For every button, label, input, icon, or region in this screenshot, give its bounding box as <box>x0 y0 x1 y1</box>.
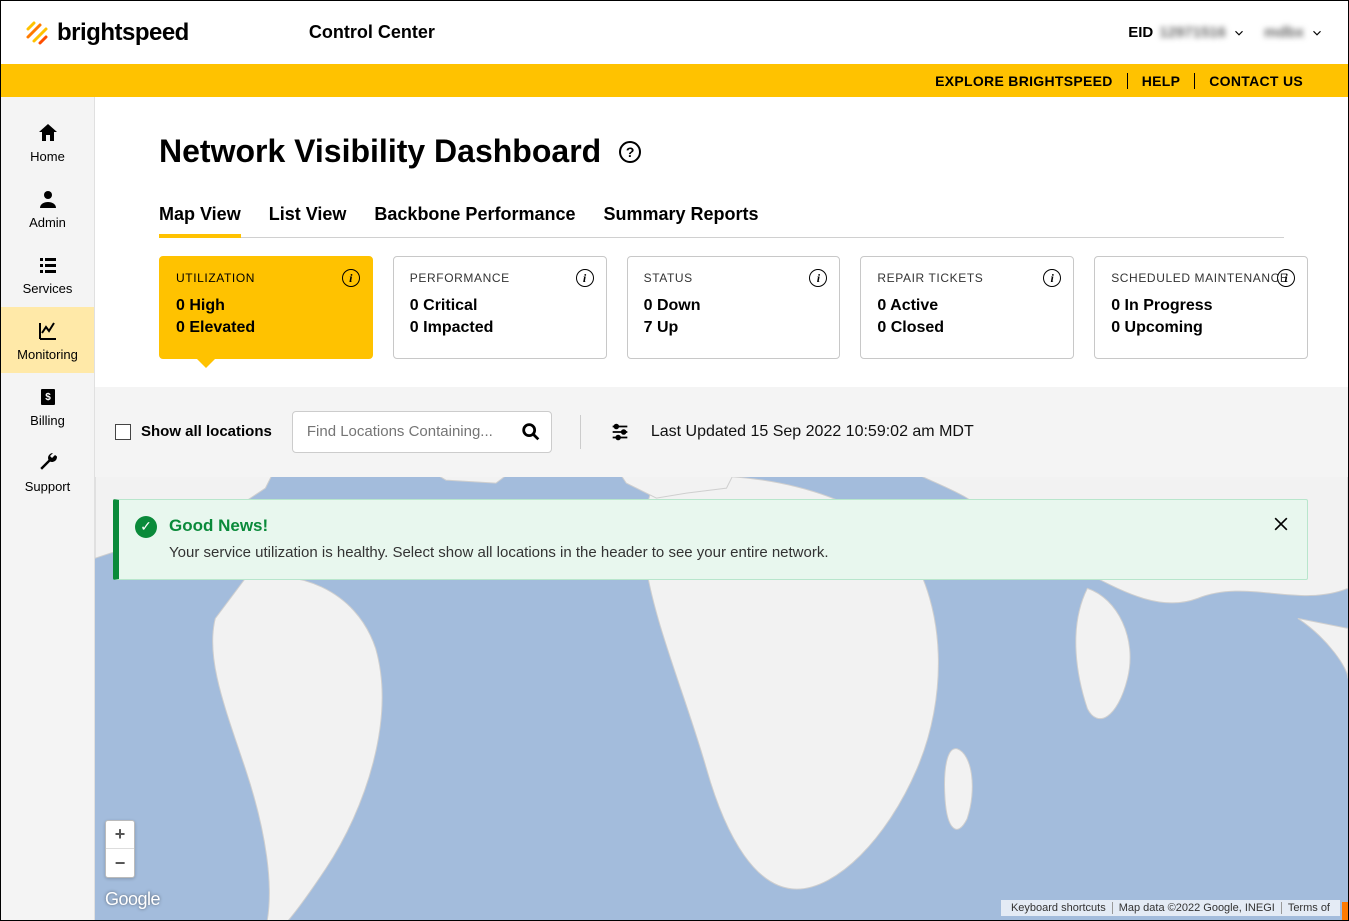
card-line: 0 Elevated <box>176 317 356 339</box>
card-line: 0 Closed <box>877 317 1057 339</box>
location-search-input[interactable] <box>292 411 552 453</box>
chevron-down-icon <box>1232 26 1246 40</box>
map-toolbar: Show all locations Last Updated 15 Sep 2… <box>95 387 1348 477</box>
chevron-down-icon <box>1310 26 1324 40</box>
zoom-control: + − <box>105 820 135 878</box>
card-title: STATUS <box>644 271 824 285</box>
search-icon[interactable] <box>520 421 542 443</box>
notification-title: Good News! <box>169 516 1257 536</box>
zoom-out-button[interactable]: − <box>106 849 134 877</box>
notification-body: Your service utilization is healthy. Sel… <box>169 544 1257 561</box>
utility-bar: EXPLORE BRIGHTSPEED HELP CONTACT US <box>1 64 1348 97</box>
tab-summary-reports[interactable]: Summary Reports <box>603 204 758 237</box>
sidebar-item-label: Monitoring <box>17 347 78 362</box>
sidebar-item-label: Home <box>30 149 65 164</box>
sidebar-item-services[interactable]: Services <box>1 241 94 307</box>
card-line: 0 Impacted <box>410 317 590 339</box>
divider <box>1194 73 1195 89</box>
card-title: REPAIR TICKETS <box>877 271 1057 285</box>
sidebar-item-label: Billing <box>30 413 65 428</box>
card-performance[interactable]: PERFORMANCE i 0 Critical 0 Impacted <box>393 256 607 359</box>
card-title: SCHEDULED MAINTENANCE <box>1111 271 1291 285</box>
card-utilization[interactable]: UTILIZATION i 0 High 0 Elevated <box>159 256 373 359</box>
map-data: Map data ©2022 Google, INEGI <box>1113 902 1282 914</box>
user-dropdown[interactable]: mdbx <box>1264 24 1324 41</box>
main: Network Visibility Dashboard ? Map View … <box>95 97 1348 920</box>
map[interactable]: ✓ Good News! Your service utilization is… <box>95 477 1348 920</box>
list-icon <box>36 253 60 277</box>
sidebar-item-admin[interactable]: Admin <box>1 175 94 241</box>
card-title: PERFORMANCE <box>410 271 590 285</box>
eid-label: EID <box>1128 24 1153 41</box>
card-line: 0 In Progress <box>1111 295 1291 317</box>
app-name: Control Center <box>309 22 435 43</box>
sidebar-item-label: Services <box>23 281 73 296</box>
map-footer: Keyboard shortcuts Map data ©2022 Google… <box>1001 900 1340 916</box>
link-help[interactable]: HELP <box>1142 73 1181 89</box>
help-icon[interactable]: ? <box>619 141 641 163</box>
info-icon[interactable]: i <box>342 269 360 287</box>
sidebar-item-billing[interactable]: $ Billing <box>1 373 94 439</box>
link-explore[interactable]: EXPLORE BRIGHTSPEED <box>935 73 1113 89</box>
info-icon[interactable]: i <box>809 269 827 287</box>
sidebar-item-monitoring[interactable]: Monitoring <box>1 307 94 373</box>
divider <box>580 415 581 449</box>
map-terms[interactable]: Terms of <box>1282 902 1336 914</box>
divider <box>1127 73 1128 89</box>
wrench-icon <box>36 451 60 475</box>
page-title: Network Visibility Dashboard <box>159 133 601 170</box>
last-updated: Last Updated 15 Sep 2022 10:59:02 am MDT <box>651 423 974 441</box>
page-title-row: Network Visibility Dashboard ? <box>159 133 1348 170</box>
info-icon[interactable]: i <box>576 269 594 287</box>
sidebar: Home Admin Services Monitoring $ Billing… <box>1 97 95 920</box>
sidebar-item-label: Admin <box>29 215 66 230</box>
card-line: 7 Up <box>644 317 824 339</box>
card-status[interactable]: STATUS i 0 Down 7 Up <box>627 256 841 359</box>
sidebar-item-home[interactable]: Home <box>1 109 94 175</box>
user-value: mdbx <box>1264 24 1304 41</box>
info-icon[interactable]: i <box>1043 269 1061 287</box>
scrollbar[interactable] <box>1334 193 1348 920</box>
google-logo: Google <box>105 889 160 910</box>
header: brightspeed Control Center EID 12971516 … <box>1 1 1348 64</box>
brand-icon <box>25 21 49 45</box>
link-contact[interactable]: CONTACT US <box>1209 73 1303 89</box>
brand: brightspeed <box>25 19 189 47</box>
show-all-label: Show all locations <box>141 423 272 440</box>
card-line: 0 Upcoming <box>1111 317 1291 339</box>
zoom-in-button[interactable]: + <box>106 821 134 849</box>
card-title: UTILIZATION <box>176 271 356 285</box>
card-line: 0 Down <box>644 295 824 317</box>
sidebar-item-label: Support <box>25 479 71 494</box>
tab-map-view[interactable]: Map View <box>159 204 241 237</box>
svg-text:$: $ <box>45 392 51 403</box>
home-icon <box>36 121 60 145</box>
card-repair-tickets[interactable]: REPAIR TICKETS i 0 Active 0 Closed <box>860 256 1074 359</box>
summary-cards: UTILIZATION i 0 High 0 Elevated PERFORMA… <box>159 256 1348 359</box>
close-icon[interactable] <box>1271 514 1291 534</box>
tab-backbone-performance[interactable]: Backbone Performance <box>374 204 575 237</box>
card-line: 0 Active <box>877 295 1057 317</box>
user-icon <box>36 187 60 211</box>
chart-icon <box>36 319 60 343</box>
tab-list-view[interactable]: List View <box>269 204 347 237</box>
billing-icon: $ <box>36 385 60 409</box>
brand-text: brightspeed <box>57 19 189 47</box>
info-icon[interactable]: i <box>1277 269 1295 287</box>
map-shortcuts[interactable]: Keyboard shortcuts <box>1005 902 1113 914</box>
card-scheduled-maintenance[interactable]: SCHEDULED MAINTENANCE i 0 In Progress 0 … <box>1094 256 1308 359</box>
sidebar-item-support[interactable]: Support <box>1 439 94 505</box>
tabs: Map View List View Backbone Performance … <box>159 204 1284 238</box>
eid-dropdown[interactable]: EID 12971516 <box>1128 24 1246 41</box>
notification-banner: ✓ Good News! Your service utilization is… <box>113 499 1308 580</box>
card-line: 0 High <box>176 295 356 317</box>
check-circle-icon: ✓ <box>135 516 157 538</box>
card-line: 0 Critical <box>410 295 590 317</box>
eid-value: 12971516 <box>1159 24 1226 41</box>
filter-icon[interactable] <box>609 421 631 443</box>
show-all-checkbox[interactable] <box>115 424 131 440</box>
